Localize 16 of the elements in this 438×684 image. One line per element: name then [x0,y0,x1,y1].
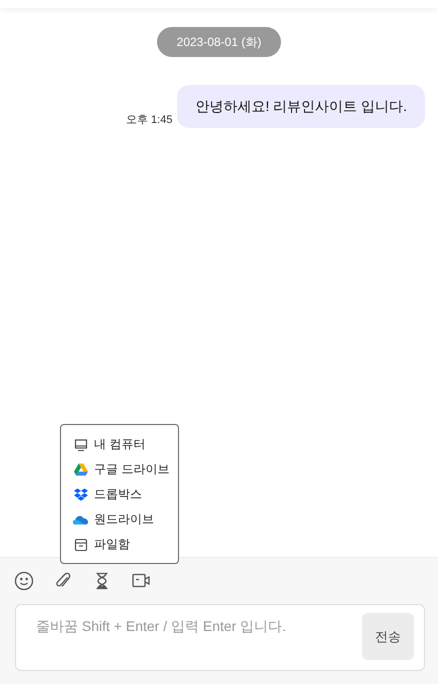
send-button[interactable]: 전송 [362,613,414,660]
menu-item[interactable]: 파일함 [61,532,178,557]
smiley-icon[interactable] [14,571,34,593]
menu-item[interactable]: 내 컴퓨터 [61,432,178,457]
message-time: 오후 1:45 [126,113,172,127]
menu-item[interactable]: 드롭박스 [61,482,178,507]
monitor-icon [73,438,88,452]
date-divider: 2023-08-01 (화) [156,27,282,57]
triangle-logo-icon [73,463,88,476]
message-bubble: 안녕하세요! 리뷰인사이트 입니다. [177,85,425,128]
cloud-icon [73,514,88,524]
menu-item[interactable]: 구글 드라이브 [61,457,178,482]
message-input[interactable]: 줄바꿈 Shift + Enter / 입력 Enter 입니다. 전송 [15,604,425,671]
box-icon [73,538,88,552]
menu-item[interactable]: 원드라이브 [61,507,178,532]
dropbox-icon [73,488,88,501]
